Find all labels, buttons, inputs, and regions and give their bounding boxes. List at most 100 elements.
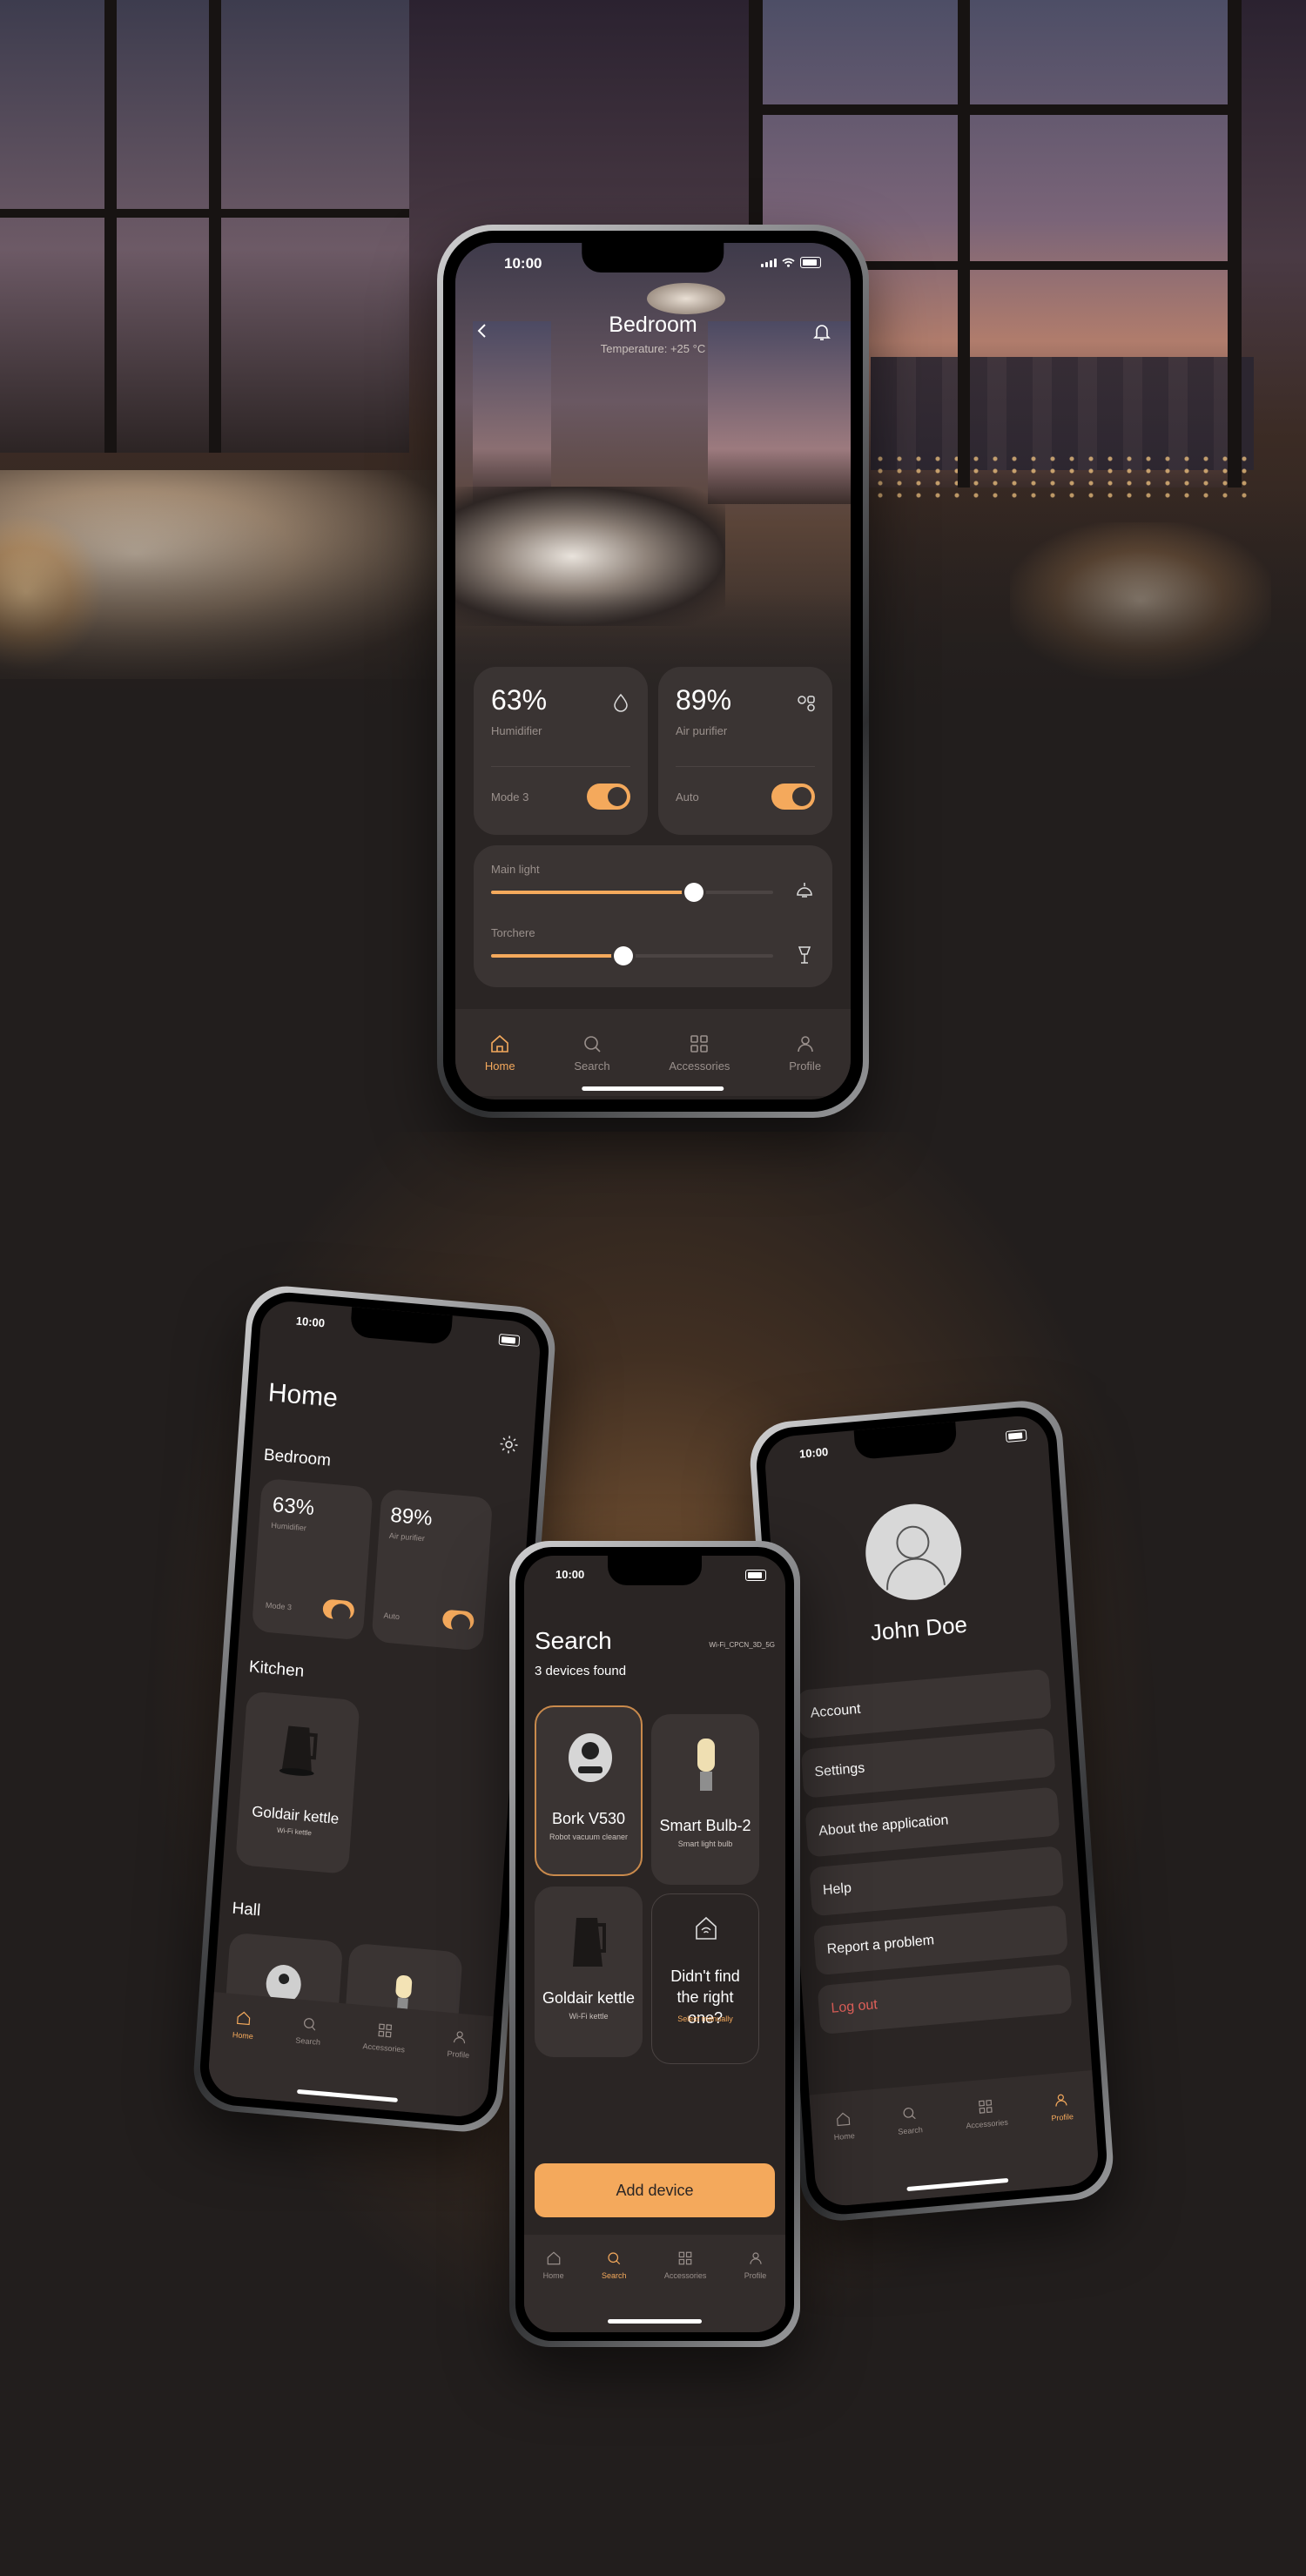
menu-help[interactable]: Help xyxy=(809,1846,1065,1917)
tab-profile[interactable]: Profile xyxy=(1049,2091,1074,2122)
section-kitchen: Kitchen xyxy=(248,1658,305,1681)
device-type: Wi-Fi kettle xyxy=(569,2012,609,2021)
air-purifier-card[interactable]: 89% Air purifier Auto xyxy=(371,1488,494,1651)
notch xyxy=(582,243,724,272)
bedroom-phone: 10:00 Bedroom Temperature: +25 °C 63% Hu… xyxy=(437,225,869,1118)
tab-label: Accessories xyxy=(663,2271,707,2280)
torchere-label: Torchere xyxy=(491,926,535,939)
tab-home[interactable]: Home xyxy=(232,2009,255,2041)
purifier-toggle[interactable] xyxy=(771,784,815,810)
battery-icon xyxy=(800,257,821,268)
manual-select-card[interactable]: Didn't find the right one? Select manual… xyxy=(651,1893,759,2064)
divider xyxy=(676,766,815,767)
page-title: Bedroom xyxy=(609,313,697,337)
tab-bar: Home Search Accessories Profile xyxy=(809,2070,1101,2209)
tab-accessories[interactable]: Accessories xyxy=(362,2021,407,2054)
air-purifier-card[interactable]: 89% Air purifier Auto xyxy=(658,667,832,835)
purifier-toggle[interactable] xyxy=(441,1609,475,1631)
status-time: 10:00 xyxy=(295,1314,326,1330)
select-manually-link[interactable]: Select manually xyxy=(652,2014,758,2023)
profile-icon xyxy=(453,2031,465,2044)
menu-settings[interactable]: Settings xyxy=(800,1727,1056,1799)
avatar[interactable] xyxy=(862,1500,965,1604)
kettle-image xyxy=(573,1918,606,1967)
tab-home[interactable]: Home xyxy=(543,2250,564,2280)
gear-icon[interactable] xyxy=(498,1433,521,1456)
tab-label: Home xyxy=(484,1059,515,1073)
grid-icon xyxy=(378,2023,393,2038)
ceiling-lamp-icon[interactable] xyxy=(794,881,815,900)
humidifier-toggle[interactable] xyxy=(322,1598,355,1621)
tab-bar: Home Search Accessories Profile xyxy=(524,2235,785,2332)
tab-label: Accessories xyxy=(362,2041,406,2055)
tab-label: Search xyxy=(898,2125,924,2136)
search-icon xyxy=(303,2018,315,2031)
profile-icon xyxy=(1055,2094,1067,2107)
main-light-slider[interactable] xyxy=(491,883,773,902)
tab-home[interactable]: Home xyxy=(832,2110,855,2142)
search-phone: 10:00 Search Wi-Fi_CPCN_3D_5G 3 devices … xyxy=(509,1541,800,2347)
slider-handle[interactable] xyxy=(684,883,704,902)
menu-account[interactable]: Account xyxy=(796,1668,1052,1739)
tab-search[interactable]: Search xyxy=(896,2104,924,2136)
device-type: Smart light bulb xyxy=(677,1840,733,1848)
battery-icon xyxy=(498,1333,521,1347)
tab-accessories[interactable]: Accessories xyxy=(964,2097,1008,2130)
notch xyxy=(608,1556,702,1585)
torchere-slider[interactable] xyxy=(491,946,773,965)
window-frame xyxy=(749,104,1236,115)
tab-search[interactable]: Search xyxy=(574,1033,610,1073)
device-name: Goldair kettle xyxy=(542,1989,636,2007)
device-card-kettle[interactable]: Goldair kettle Wi-Fi kettle xyxy=(535,1887,643,2057)
tab-label: Profile xyxy=(1051,2112,1074,2123)
humidifier-mode: Mode 3 xyxy=(491,790,529,804)
droplet-icon xyxy=(614,693,628,712)
tab-accessories[interactable]: Accessories xyxy=(663,2250,707,2280)
device-card-bork[interactable]: Bork V530 Robot vacuum cleaner xyxy=(535,1705,643,1876)
tab-label: Profile xyxy=(789,1059,822,1073)
tab-profile[interactable]: Profile xyxy=(744,2250,766,2280)
logout-button[interactable]: Log out xyxy=(817,1963,1073,2035)
tab-accessories[interactable]: Accessories xyxy=(669,1033,730,1073)
menu-report-problem[interactable]: Report a problem xyxy=(812,1905,1068,1976)
wifi-icon xyxy=(782,258,795,267)
bedroom-photo xyxy=(455,243,851,696)
lights-card: Main light Torchere xyxy=(474,845,832,987)
humidifier-card[interactable]: 63% Humidifier Mode 3 xyxy=(474,667,648,835)
humidifier-label: Humidifier xyxy=(271,1520,307,1533)
air-purifier-icon xyxy=(798,696,815,712)
home-icon xyxy=(836,2112,851,2127)
tab-profile[interactable]: Profile xyxy=(447,2028,471,2060)
tab-bar: Home Search Accessories Profile xyxy=(455,1009,851,1096)
humidifier-value: 63% xyxy=(491,684,548,716)
section-hall: Hall xyxy=(231,1899,261,1920)
slider-handle[interactable] xyxy=(614,946,634,965)
floor-lamp-icon[interactable] xyxy=(794,945,815,965)
tab-search[interactable]: Search xyxy=(602,2250,627,2280)
device-name: Smart Bulb-2 xyxy=(659,1817,751,1834)
humidifier-card[interactable]: 63% Humidifier Mode 3 xyxy=(251,1477,374,1641)
home-icon xyxy=(491,1034,509,1053)
battery-icon xyxy=(1005,1429,1027,1443)
purifier-value: 89% xyxy=(676,684,732,716)
add-device-button[interactable]: Add device xyxy=(535,2163,775,2217)
tab-search[interactable]: Search xyxy=(295,2015,322,2047)
window-frame xyxy=(104,0,117,453)
device-name: Bork V530 xyxy=(551,1810,626,1827)
smart-home-icon xyxy=(696,1916,717,1940)
user-silhouette-icon xyxy=(886,1525,946,1591)
humidifier-label: Humidifier xyxy=(491,724,542,737)
humidifier-toggle[interactable] xyxy=(587,784,630,810)
device-card-bulb[interactable]: Smart Bulb-2 Smart light bulb xyxy=(651,1714,759,1885)
kettle-image xyxy=(279,1725,318,1776)
page-title: Search xyxy=(535,1627,612,1654)
tab-profile[interactable]: Profile xyxy=(789,1033,821,1073)
menu-about[interactable]: About the application xyxy=(804,1786,1060,1858)
kettle-card[interactable]: Goldair kettle Wi-Fi kettle xyxy=(235,1691,360,1875)
bell-icon[interactable] xyxy=(812,323,831,342)
window-left xyxy=(0,0,409,453)
notch xyxy=(853,1421,958,1461)
search-icon xyxy=(584,1035,601,1053)
purifier-mode: Auto xyxy=(383,1611,401,1622)
tab-home[interactable]: Home xyxy=(485,1033,515,1073)
